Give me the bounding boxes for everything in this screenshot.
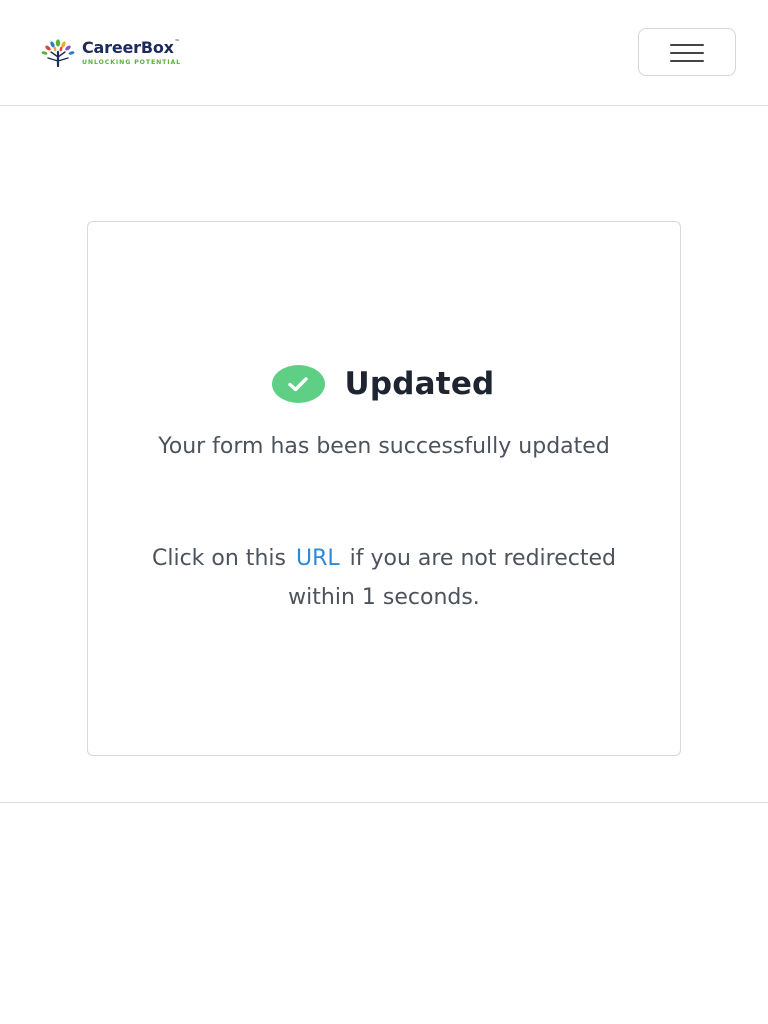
section-divider <box>0 802 768 803</box>
logo-tagline: UNLOCKING POTENTIAL <box>82 58 182 66</box>
redirect-prefix: Click on this <box>152 546 286 571</box>
menu-toggle-button[interactable] <box>638 28 736 76</box>
check-circle-icon <box>271 365 325 403</box>
careerbox-logo[interactable]: CareerBox™ UNLOCKING POTENTIAL <box>38 37 181 69</box>
tree-logo-icon <box>41 39 75 68</box>
redirect-url-link[interactable]: URL <box>296 546 340 571</box>
redirect-message: Click on this URL if you are not redirecte… <box>118 539 650 617</box>
logo-name-text: CareerBox <box>82 37 174 57</box>
status-heading: Updated <box>88 362 680 406</box>
top-navbar: CareerBox™ UNLOCKING POTENTIAL <box>0 0 768 106</box>
confirmation-card: Updated Your form has been successfully … <box>87 221 681 756</box>
hamburger-menu-icon <box>670 44 704 62</box>
logo-wordmark: CareerBox™ <box>82 37 181 57</box>
logo-text: CareerBox™ UNLOCKING POTENTIAL <box>82 37 182 66</box>
page: CareerBox™ UNLOCKING POTENTIAL Updated Y… <box>0 0 768 1024</box>
status-title: Updated <box>344 366 495 402</box>
success-message: Your form has been successfully updated <box>158 434 610 459</box>
logo-trademark: ™ <box>174 38 180 45</box>
